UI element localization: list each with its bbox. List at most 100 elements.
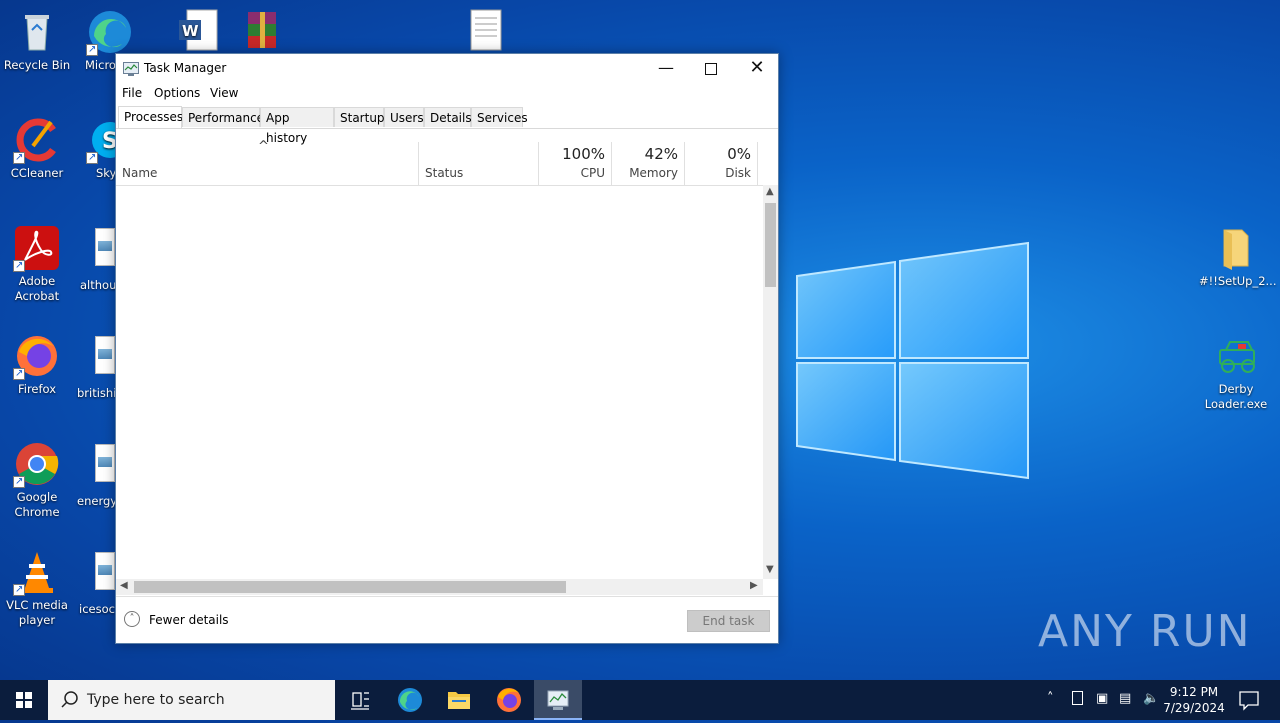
vertical-scrollbar[interactable]: ▲ ▼ [763,185,778,579]
disk-usage-value: 0% [727,145,751,163]
task-view-button[interactable] [336,680,384,720]
process-list[interactable] [116,186,763,579]
tab-details[interactable]: Details [424,107,472,127]
column-memory[interactable]: 42% Memory [612,142,685,185]
desktop-icon-vlc[interactable]: VLC media player [0,548,74,628]
start-button[interactable] [0,680,48,720]
desktop-icon-adobe-acrobat[interactable]: Adobe Acrobat [0,224,74,304]
desktop-icon-label: Derby Loader.exe [1204,382,1268,411]
system-clock[interactable]: 9:12 PM 7/29/2024 [1160,684,1228,716]
clock-time: 9:12 PM [1169,685,1219,699]
desktop-icon-image-icesoci[interactable]: icesoci [75,548,115,617]
chevron-up-icon[interactable]: ˄ [124,611,140,627]
shortcut-arrow-icon [13,150,25,165]
memory-label: Memory [629,166,678,180]
vlc-cone-icon [13,548,61,597]
desktop-icon-image-althou[interactable]: althou [75,224,115,293]
scroll-down-arrow-icon[interactable]: ▼ [766,564,774,575]
tab-processes[interactable]: Processes [118,106,183,128]
disk-label: Disk [725,166,751,180]
maximize-icon [705,63,717,75]
close-button[interactable]: ✕ [734,54,780,84]
column-status-label: Status [425,166,464,180]
network-icon[interactable]: ▤ [1119,691,1131,706]
action-center-button[interactable] [1232,680,1270,720]
winrar-archive-icon [238,8,286,56]
tab-app-history[interactable]: App history [260,107,334,145]
taskbar-edge-button[interactable] [386,680,434,720]
edge-icon [398,688,422,712]
menu-options[interactable]: Options [154,86,200,100]
window-footer: ˄ Fewer details End task [116,596,778,645]
desktop-icon-setup-folder[interactable]: #!!SetUp_2... [1199,224,1277,289]
desktop-icon-label: althou [80,278,115,292]
tab-startup[interactable]: Startup [334,107,385,127]
desktop-icon-derby-loader[interactable]: Derby Loader.exe [1199,332,1273,412]
shortcut-arrow-icon [13,366,25,381]
column-name[interactable]: Name [116,142,419,185]
desktop-icon-label: CCleaner [10,166,64,180]
shortcut-arrow-icon [13,474,25,489]
scroll-left-arrow-icon[interactable]: ◀ [120,580,128,591]
scroll-up-arrow-icon[interactable]: ▲ [766,186,774,197]
desktop-icon-ccleaner[interactable]: CCleaner [0,116,74,181]
horizontal-scrollbar[interactable]: ◀ ▶ [116,579,763,595]
desktop-icon-word[interactable]: W [160,8,234,58]
desktop-icon-text-file[interactable] [450,8,524,58]
horizontal-scroll-thumb[interactable] [134,581,566,593]
meet-now-icon[interactable]: ▣ [1096,691,1108,706]
taskbar-file-explorer-button[interactable] [435,680,483,720]
title-bar[interactable]: Task Manager — ✕ [116,54,778,84]
tab-users[interactable]: Users [384,107,424,127]
task-view-icon [351,692,369,710]
menu-view[interactable]: View [210,86,238,100]
end-task-button[interactable]: End task [687,610,770,632]
svg-text:S: S [102,129,115,154]
shortcut-arrow-icon [13,582,25,597]
volume-icon[interactable]: 🔈 [1143,691,1159,706]
edge-icon [86,8,134,57]
image-file-icon [75,228,115,276]
column-header-row: Name Status 100% CPU 42% Memory 0% Disk [116,142,764,186]
cpu-label: CPU [580,166,605,180]
vertical-scroll-thumb[interactable] [765,203,776,287]
cpu-usage-value: 100% [562,145,605,163]
show-hidden-icons-chevron-icon[interactable]: ˄ [1047,691,1054,706]
menu-file[interactable]: File [122,86,142,100]
desktop-icon-image-britishi[interactable]: britishi [75,332,115,401]
desktop-icon-label: Firefox [17,382,57,396]
desktop-icon-skype[interactable]: S Skype [80,116,115,181]
taskbar-search-box[interactable]: Type here to search [48,680,335,720]
ccleaner-icon [13,116,61,165]
desktop-icon-label: Recycle Bin [3,58,71,72]
desktop-icon-winrar[interactable] [225,8,299,58]
taskbar: Type here to search ˄ ▣ ▤ 🔈 9:12 PM 7/29… [0,680,1280,720]
tab-services[interactable]: Services [471,107,528,127]
image-file-icon [75,444,115,492]
desktop-icon-label: Skype [96,166,115,180]
svg-text:W: W [182,22,199,40]
search-icon [61,691,78,708]
tab-performance[interactable]: Performance [182,107,264,127]
fewer-details-link[interactable]: Fewer details [149,613,229,627]
desktop-icon-label: Adobe Acrobat [14,274,60,303]
minimize-button[interactable]: — [643,54,689,84]
chrome-icon [13,440,61,489]
desktop-icon-google-chrome[interactable]: Google Chrome [0,440,74,520]
word-document-icon: W [173,8,221,56]
shortcut-arrow-icon [86,42,98,57]
taskbar-task-manager-button[interactable] [534,680,582,720]
column-disk[interactable]: 0% Disk [685,142,758,185]
windows-logo-wallpaper [796,241,1029,480]
task-manager-window[interactable]: Task Manager — ✕ File Options View Proce… [115,53,779,644]
desktop-icon-recycle-bin[interactable]: Recycle Bin [0,8,74,73]
column-cpu[interactable]: 100% CPU [539,142,612,185]
desktop-icon-firefox[interactable]: Firefox [0,332,74,397]
scroll-right-arrow-icon[interactable]: ▶ [750,580,758,591]
tablet-icon[interactable] [1072,691,1083,709]
desktop-icon-image-energyc[interactable]: energyc [75,440,115,509]
maximize-button[interactable] [688,54,734,84]
column-status[interactable]: Status [419,142,539,185]
firefox-icon [13,332,61,381]
taskbar-firefox-button[interactable] [485,680,533,720]
